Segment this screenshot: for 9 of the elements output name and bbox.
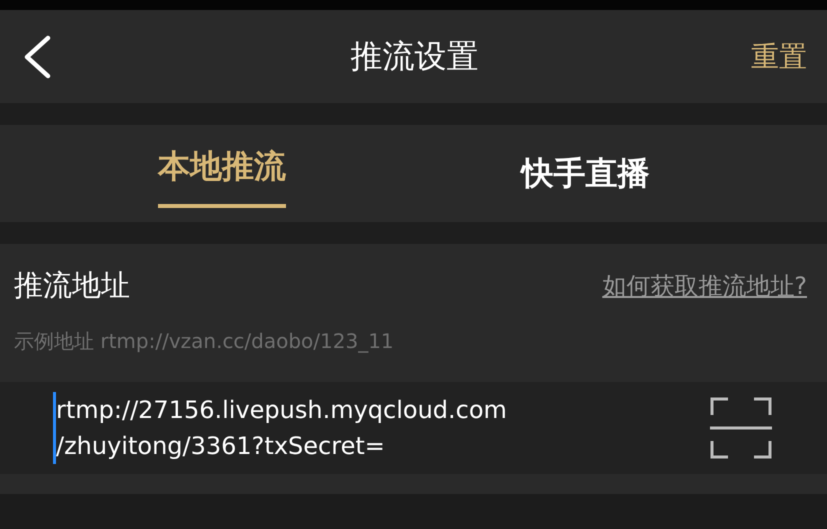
reset-button[interactable]: 重置 <box>751 38 807 76</box>
help-link[interactable]: 如何获取推流地址? <box>602 270 807 302</box>
tab[interactable]: 快手直播 <box>521 125 650 222</box>
page-title: 推流设置 <box>350 36 478 76</box>
section-label: 推流地址 <box>14 267 130 304</box>
scan-icon[interactable] <box>710 397 772 459</box>
tab[interactable]: 本地推流 <box>158 125 286 208</box>
back-icon[interactable] <box>22 34 52 78</box>
example-text: 示例地址 rtmp://vzan.cc/daobo/123_11 <box>14 328 395 355</box>
